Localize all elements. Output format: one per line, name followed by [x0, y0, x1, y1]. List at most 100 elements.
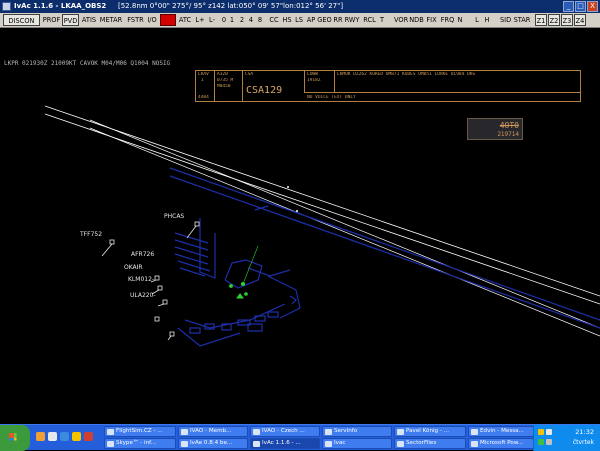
- taskbar-button[interactable]: IvAe 0.8.4 be...: [178, 438, 248, 449]
- strip-rules: I: [201, 78, 204, 83]
- windows-taskbar: FlightSim.CZ - ... IVAO - Memb... IVAO -…: [0, 424, 600, 451]
- taskbar-button[interactable]: Skype™ - inf...: [104, 438, 176, 449]
- fix-button[interactable]: FIX: [426, 14, 437, 26]
- quicklaunch-icon[interactable]: [36, 432, 45, 441]
- label-plus-button[interactable]: L+: [195, 14, 205, 26]
- window-icon: [397, 428, 404, 435]
- geo-button[interactable]: GEO: [317, 14, 332, 26]
- discon-button[interactable]: DISCON: [3, 14, 40, 26]
- z2-button[interactable]: Z2: [548, 14, 560, 26]
- taskbar-button[interactable]: ServInfo: [322, 426, 392, 437]
- strip-origin: LKAV: [198, 72, 209, 77]
- frq-button[interactable]: FRQ: [440, 14, 455, 26]
- window-icon: [253, 428, 260, 435]
- star-button[interactable]: STAR: [513, 14, 531, 26]
- taskbar-day: čtvrtek: [572, 439, 594, 446]
- taskbar-button[interactable]: Microsoft Pow...: [468, 438, 534, 449]
- strip-speed: M0450: [217, 84, 231, 89]
- quicklaunch-icon[interactable]: [60, 432, 69, 441]
- taskbar-clock[interactable]: 21:32: [575, 428, 594, 436]
- start-button[interactable]: [0, 425, 30, 451]
- tray-icon[interactable]: [538, 439, 544, 445]
- t-button[interactable]: T: [379, 14, 385, 26]
- alert-indicator[interactable]: [160, 14, 176, 26]
- zoom-1-button[interactable]: 1: [229, 14, 235, 26]
- rwy-button[interactable]: RWY: [344, 14, 360, 26]
- prof-button[interactable]: PROF: [42, 14, 61, 26]
- window-icon: [471, 428, 478, 435]
- volume-icon[interactable]: [546, 439, 552, 445]
- pvd-button[interactable]: PVD: [62, 14, 79, 26]
- minimize-button[interactable]: _: [563, 1, 574, 12]
- ap-button[interactable]: AP: [306, 14, 316, 26]
- metar-button[interactable]: METAR: [99, 14, 123, 26]
- io-button[interactable]: I/O: [146, 14, 158, 26]
- rcl-button[interactable]: RCL: [362, 14, 377, 26]
- aircraft-label-ula220[interactable]: ULA220-: [130, 292, 156, 299]
- atis-button[interactable]: ATIS: [80, 14, 98, 26]
- strip-divider: [242, 71, 243, 101]
- taskbar-button[interactable]: Ivac: [322, 438, 392, 449]
- vor-button[interactable]: VOR: [394, 14, 408, 26]
- atc-button[interactable]: ATC: [178, 14, 192, 26]
- taskbar-button-label: IvAe 0.8.4 be...: [190, 440, 233, 446]
- label-minus-button[interactable]: L-: [207, 14, 217, 26]
- h-button[interactable]: H: [484, 14, 490, 26]
- quicklaunch-icon[interactable]: [84, 432, 93, 441]
- zoom-2-button[interactable]: 2: [239, 14, 245, 26]
- aircraft-label-phcas[interactable]: PHCAS: [164, 213, 184, 220]
- zoom-8-button[interactable]: 8: [257, 14, 263, 26]
- quicklaunch-icon[interactable]: [72, 432, 81, 441]
- strip-route: LKMUK DZ262 KURED OM871 KUDES OM851 LORK…: [337, 72, 476, 77]
- fstr-button[interactable]: FSTR: [126, 14, 145, 26]
- quicklaunch-icon[interactable]: [48, 432, 57, 441]
- taskbar-button[interactable]: IVAO - Czech ...: [250, 426, 320, 437]
- strip-divider: [214, 71, 215, 101]
- aircraft-label-tff752[interactable]: TFF752: [80, 231, 102, 238]
- taskbar-button[interactable]: SectorFiles: [394, 438, 466, 449]
- cc-button[interactable]: CC: [268, 14, 280, 26]
- hs-button[interactable]: HS: [281, 14, 293, 26]
- maximize-button[interactable]: □: [575, 1, 586, 12]
- aircraft-label-klm012[interactable]: KLM012-: [128, 276, 154, 283]
- window-icon: [397, 440, 404, 447]
- zoom-0-button[interactable]: 0: [221, 14, 227, 26]
- z3-button[interactable]: Z3: [561, 14, 573, 26]
- close-button[interactable]: X: [587, 1, 598, 12]
- taskbar-button[interactable]: Edvin - Messa...: [468, 426, 534, 437]
- z4-button[interactable]: Z4: [574, 14, 586, 26]
- tray-icon[interactable]: [546, 429, 552, 435]
- z1-button[interactable]: Z1: [535, 14, 547, 26]
- radar-scope[interactable]: LKPR 021930Z 21009KT CAVOK M04/M06 Q1004…: [0, 28, 600, 424]
- window-icon: [107, 440, 114, 447]
- aircraft-label-afr726[interactable]: AFR726: [131, 251, 154, 258]
- rr-button[interactable]: RR: [333, 14, 343, 26]
- system-tray: 21:32 čtvrtek: [533, 425, 600, 451]
- aircraft-label-okair[interactable]: OKAIR: [124, 264, 143, 271]
- taskbar-button-label: Skype™ - inf...: [116, 440, 157, 446]
- taskbar-button[interactable]: FlightSim.CZ - ...: [104, 426, 176, 437]
- strip-separator: [304, 92, 581, 93]
- taskbar-button-label: Ivac: [334, 440, 346, 446]
- zoom-4-button[interactable]: 4: [248, 14, 254, 26]
- sid-button[interactable]: SID: [500, 14, 511, 26]
- ndb-button[interactable]: NDB: [409, 14, 424, 26]
- windows-logo-icon: [9, 433, 14, 438]
- ls-button[interactable]: LS: [294, 14, 304, 26]
- aircraft-tag-box[interactable]: 4OT0 219714: [467, 118, 523, 140]
- tray-icon[interactable]: [538, 429, 544, 435]
- window-icon: [253, 440, 260, 447]
- taskbar-button-label: IVAO - Memb...: [190, 428, 232, 434]
- tag-line-1: 4OT0: [499, 121, 519, 130]
- taskbar-button-label: SectorFiles: [406, 440, 437, 446]
- strip-divider: [334, 71, 335, 93]
- taskbar-button[interactable]: Pavel König - ...: [394, 426, 466, 437]
- taskbar-button-active[interactable]: IvAc 1.1.6 - ...: [250, 438, 320, 449]
- window-title-bar: IvAc 1.1.6 - LKAA_OBS2 [52.8nm 0°00" 275…: [0, 0, 600, 13]
- taskbar-button[interactable]: IVAO - Memb...: [178, 426, 248, 437]
- n-button[interactable]: N: [457, 14, 463, 26]
- l-button[interactable]: L: [474, 14, 480, 26]
- taskbar-button-label: IVAO - Czech ...: [262, 428, 305, 434]
- taskbar-button-label: ServInfo: [334, 428, 358, 434]
- flight-strip[interactable]: LKAV I 4404 A320 0735 M M0450 CSA CSA129…: [195, 70, 581, 102]
